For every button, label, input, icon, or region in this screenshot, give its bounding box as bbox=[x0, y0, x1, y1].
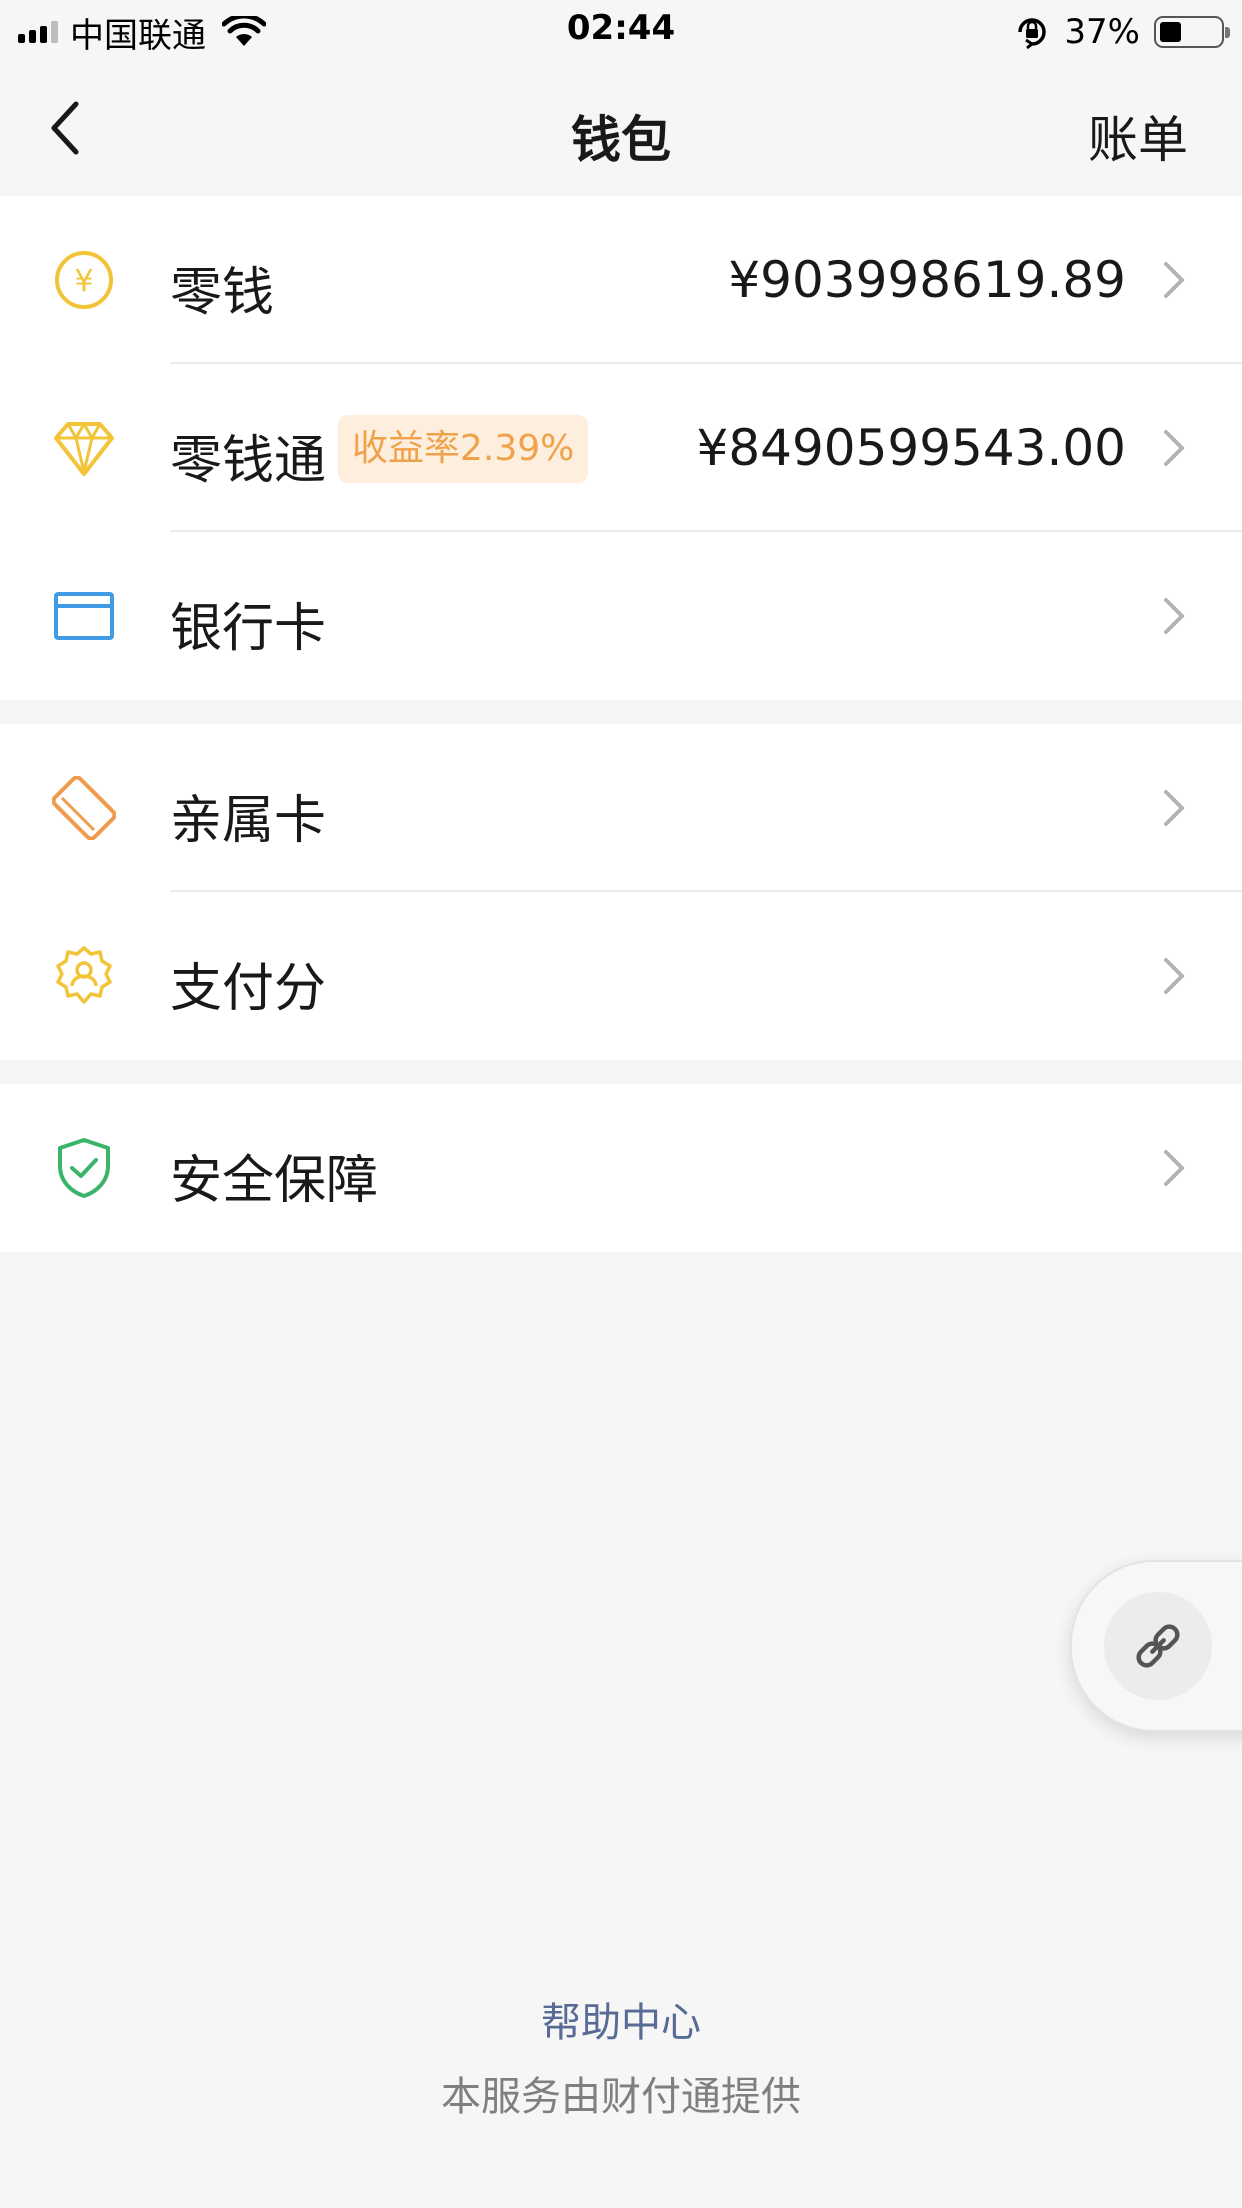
pay-score-icon bbox=[56, 946, 112, 1004]
floating-link-inner bbox=[1104, 1592, 1212, 1700]
nav-bar: 钱包 账单 bbox=[0, 62, 1242, 196]
row-label: 银行卡 bbox=[170, 599, 327, 659]
battery-percent: 37% bbox=[1064, 12, 1140, 52]
chevron-right-icon bbox=[1164, 430, 1184, 466]
status-bar: 中国联通 02:44 37% bbox=[0, 0, 1242, 62]
diamond-icon bbox=[54, 422, 114, 476]
yield-rate-badge: 收益率2.39% bbox=[338, 415, 589, 483]
chevron-right-icon bbox=[1164, 598, 1184, 634]
bill-button[interactable]: 账单 bbox=[1088, 100, 1188, 172]
chevron-right-icon bbox=[1164, 958, 1184, 994]
row-pay-score[interactable]: 支付分 bbox=[0, 892, 1242, 1060]
family-card-icon bbox=[52, 776, 116, 840]
row-label: 零钱通 bbox=[170, 431, 327, 491]
shield-check-icon bbox=[58, 1138, 110, 1198]
wallet-group-1: ¥ 零钱 ¥903998619.89 零钱通 收益率2.39% ¥8490599… bbox=[0, 196, 1242, 700]
floating-link-button[interactable] bbox=[1070, 1560, 1242, 1732]
status-right: 37% bbox=[1014, 10, 1230, 54]
balance-value: ¥903998619.89 bbox=[728, 251, 1126, 309]
row-security[interactable]: 安全保障 bbox=[0, 1084, 1242, 1252]
page-title: 钱包 bbox=[571, 111, 671, 169]
row-label: 支付分 bbox=[170, 959, 327, 1019]
wallet-group-3: 安全保障 bbox=[0, 1084, 1242, 1252]
row-family-card[interactable]: 亲属卡 bbox=[0, 724, 1242, 892]
battery-icon bbox=[1154, 16, 1230, 48]
svg-text:¥: ¥ bbox=[74, 264, 93, 299]
chevron-right-icon bbox=[1164, 790, 1184, 826]
row-bank-card[interactable]: 银行卡 bbox=[0, 532, 1242, 700]
wallet-group-2: 亲属卡 支付分 bbox=[0, 724, 1242, 1060]
row-label: 零钱 bbox=[170, 263, 275, 323]
chevron-right-icon bbox=[1164, 1150, 1184, 1186]
row-change-pass[interactable]: 零钱通 收益率2.39% ¥8490599543.00 bbox=[0, 364, 1242, 532]
link-icon bbox=[1136, 1624, 1180, 1668]
row-label: 亲属卡 bbox=[170, 791, 327, 851]
rotation-lock-icon bbox=[1018, 18, 1047, 50]
balance-value: ¥8490599543.00 bbox=[696, 419, 1126, 477]
bank-card-icon bbox=[54, 592, 114, 640]
yuan-coin-icon: ¥ bbox=[55, 251, 113, 309]
chevron-right-icon bbox=[1164, 262, 1184, 298]
row-change[interactable]: ¥ 零钱 ¥903998619.89 bbox=[0, 196, 1242, 364]
row-label: 安全保障 bbox=[170, 1151, 379, 1211]
provider-note: 本服务由财付通提供 bbox=[441, 2074, 801, 2120]
help-center-link[interactable]: 帮助中心 bbox=[0, 1990, 1242, 2048]
